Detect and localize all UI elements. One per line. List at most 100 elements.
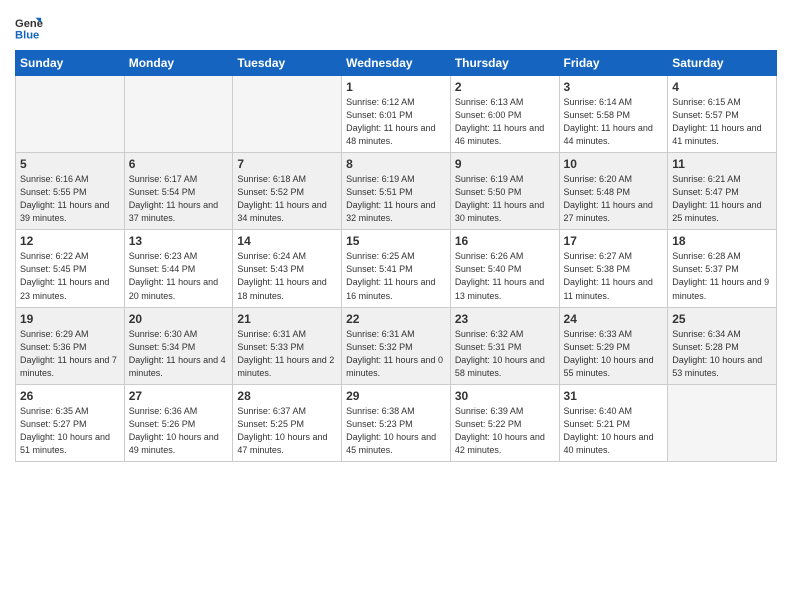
day-number: 12	[20, 234, 120, 248]
day-info: Sunrise: 6:39 AMSunset: 5:22 PMDaylight:…	[455, 405, 555, 457]
day-number: 30	[455, 389, 555, 403]
calendar-week-row: 5 Sunrise: 6:16 AMSunset: 5:55 PMDaylight…	[16, 153, 777, 230]
calendar-cell: 23 Sunrise: 6:32 AMSunset: 5:31 PMDayligh…	[450, 307, 559, 384]
day-number: 24	[564, 312, 664, 326]
calendar-cell: 21 Sunrise: 6:31 AMSunset: 5:33 PMDayligh…	[233, 307, 342, 384]
weekday-header-friday: Friday	[559, 51, 668, 76]
calendar-cell: 5 Sunrise: 6:16 AMSunset: 5:55 PMDaylight…	[16, 153, 125, 230]
calendar-week-row: 26 Sunrise: 6:35 AMSunset: 5:27 PMDayligh…	[16, 384, 777, 461]
day-info: Sunrise: 6:23 AMSunset: 5:44 PMDaylight:…	[129, 250, 229, 302]
day-info: Sunrise: 6:18 AMSunset: 5:52 PMDaylight:…	[237, 173, 337, 225]
day-number: 17	[564, 234, 664, 248]
day-number: 18	[672, 234, 772, 248]
calendar-week-row: 1 Sunrise: 6:12 AMSunset: 6:01 PMDaylight…	[16, 76, 777, 153]
day-number: 8	[346, 157, 446, 171]
weekday-header-sunday: Sunday	[16, 51, 125, 76]
calendar-cell: 14 Sunrise: 6:24 AMSunset: 5:43 PMDayligh…	[233, 230, 342, 307]
calendar-week-row: 19Sunrise: 6:29 AMSunset: 5:36 PMDayligh…	[16, 307, 777, 384]
calendar-cell: 9Sunrise: 6:19 AMSunset: 5:50 PMDaylight…	[450, 153, 559, 230]
day-info: Sunrise: 6:28 AMSunset: 5:37 PMDaylight:…	[672, 250, 772, 302]
day-number: 22	[346, 312, 446, 326]
calendar-cell: 29Sunrise: 6:38 AMSunset: 5:23 PMDayligh…	[342, 384, 451, 461]
day-info: Sunrise: 6:24 AMSunset: 5:43 PMDaylight:…	[237, 250, 337, 302]
day-number: 19	[20, 312, 120, 326]
calendar-cell	[668, 384, 777, 461]
calendar-cell: 18 Sunrise: 6:28 AMSunset: 5:37 PMDayligh…	[668, 230, 777, 307]
day-number: 23	[455, 312, 555, 326]
calendar-cell: 19Sunrise: 6:29 AMSunset: 5:36 PMDayligh…	[16, 307, 125, 384]
weekday-header-row: SundayMondayTuesdayWednesdayThursdayFrid…	[16, 51, 777, 76]
day-info: Sunrise: 6:15 AMSunset: 5:57 PMDaylight:…	[672, 96, 772, 148]
calendar-cell: 13 Sunrise: 6:23 AMSunset: 5:44 PMDayligh…	[124, 230, 233, 307]
day-info: Sunrise: 6:21 AMSunset: 5:47 PMDaylight:…	[672, 173, 772, 225]
svg-text:Blue: Blue	[15, 29, 39, 41]
day-number: 29	[346, 389, 446, 403]
calendar-cell: 11 Sunrise: 6:21 AMSunset: 5:47 PMDayligh…	[668, 153, 777, 230]
weekday-header-tuesday: Tuesday	[233, 51, 342, 76]
weekday-header-monday: Monday	[124, 51, 233, 76]
calendar-cell: 30 Sunrise: 6:39 AMSunset: 5:22 PMDayligh…	[450, 384, 559, 461]
day-number: 11	[672, 157, 772, 171]
calendar-cell: 2 Sunrise: 6:13 AMSunset: 6:00 PMDaylight…	[450, 76, 559, 153]
day-info: Sunrise: 6:26 AMSunset: 5:40 PMDaylight:…	[455, 250, 555, 302]
weekday-header-saturday: Saturday	[668, 51, 777, 76]
calendar-cell: 28 Sunrise: 6:37 AMSunset: 5:25 PMDayligh…	[233, 384, 342, 461]
day-info: Sunrise: 6:25 AMSunset: 5:41 PMDaylight:…	[346, 250, 446, 302]
day-info: Sunrise: 6:19 AMSunset: 5:51 PMDaylight:…	[346, 173, 446, 225]
weekday-header-wednesday: Wednesday	[342, 51, 451, 76]
day-info: Sunrise: 6:33 AMSunset: 5:29 PMDaylight:…	[564, 328, 664, 380]
day-info: Sunrise: 6:13 AMSunset: 6:00 PMDaylight:…	[455, 96, 555, 148]
calendar-cell: 27Sunrise: 6:36 AMSunset: 5:26 PMDayligh…	[124, 384, 233, 461]
day-number: 7	[237, 157, 337, 171]
day-info: Sunrise: 6:34 AMSunset: 5:28 PMDaylight:…	[672, 328, 772, 380]
day-number: 31	[564, 389, 664, 403]
calendar-cell: 24 Sunrise: 6:33 AMSunset: 5:29 PMDayligh…	[559, 307, 668, 384]
day-number: 20	[129, 312, 229, 326]
page: General Blue SundayMondayTuesdayWednesda…	[0, 0, 792, 612]
calendar-cell: 1 Sunrise: 6:12 AMSunset: 6:01 PMDaylight…	[342, 76, 451, 153]
day-info: Sunrise: 6:36 AMSunset: 5:26 PMDaylight:…	[129, 405, 229, 457]
calendar-cell: 22 Sunrise: 6:31 AMSunset: 5:32 PMDayligh…	[342, 307, 451, 384]
calendar-cell: 10 Sunrise: 6:20 AMSunset: 5:48 PMDayligh…	[559, 153, 668, 230]
day-number: 28	[237, 389, 337, 403]
day-info: Sunrise: 6:31 AMSunset: 5:33 PMDaylight:…	[237, 328, 337, 380]
day-number: 14	[237, 234, 337, 248]
day-number: 5	[20, 157, 120, 171]
day-info: Sunrise: 6:20 AMSunset: 5:48 PMDaylight:…	[564, 173, 664, 225]
calendar-cell: 16Sunrise: 6:26 AMSunset: 5:40 PMDayligh…	[450, 230, 559, 307]
day-number: 25	[672, 312, 772, 326]
day-number: 10	[564, 157, 664, 171]
day-number: 15	[346, 234, 446, 248]
calendar-cell	[233, 76, 342, 153]
calendar-cell: 8 Sunrise: 6:19 AMSunset: 5:51 PMDaylight…	[342, 153, 451, 230]
day-info: Sunrise: 6:17 AMSunset: 5:54 PMDaylight:…	[129, 173, 229, 225]
day-number: 21	[237, 312, 337, 326]
day-info: Sunrise: 6:40 AMSunset: 5:21 PMDaylight:…	[564, 405, 664, 457]
day-info: Sunrise: 6:19 AMSunset: 5:50 PMDaylight:…	[455, 173, 555, 225]
weekday-header-thursday: Thursday	[450, 51, 559, 76]
day-info: Sunrise: 6:37 AMSunset: 5:25 PMDaylight:…	[237, 405, 337, 457]
day-number: 13	[129, 234, 229, 248]
day-info: Sunrise: 6:16 AMSunset: 5:55 PMDaylight:…	[20, 173, 120, 225]
logo-icon: General Blue	[15, 14, 43, 42]
day-number: 1	[346, 80, 446, 94]
day-info: Sunrise: 6:32 AMSunset: 5:31 PMDaylight:…	[455, 328, 555, 380]
day-info: Sunrise: 6:31 AMSunset: 5:32 PMDaylight:…	[346, 328, 446, 380]
day-number: 6	[129, 157, 229, 171]
calendar-cell: 20Sunrise: 6:30 AMSunset: 5:34 PMDayligh…	[124, 307, 233, 384]
calendar-cell: 17Sunrise: 6:27 AMSunset: 5:38 PMDayligh…	[559, 230, 668, 307]
calendar-cell: 25 Sunrise: 6:34 AMSunset: 5:28 PMDayligh…	[668, 307, 777, 384]
day-info: Sunrise: 6:14 AMSunset: 5:58 PMDaylight:…	[564, 96, 664, 148]
day-info: Sunrise: 6:12 AMSunset: 6:01 PMDaylight:…	[346, 96, 446, 148]
calendar-week-row: 12Sunrise: 6:22 AMSunset: 5:45 PMDayligh…	[16, 230, 777, 307]
day-number: 3	[564, 80, 664, 94]
calendar-cell	[16, 76, 125, 153]
calendar-cell: 7 Sunrise: 6:18 AMSunset: 5:52 PMDaylight…	[233, 153, 342, 230]
calendar-cell: 4 Sunrise: 6:15 AMSunset: 5:57 PMDaylight…	[668, 76, 777, 153]
calendar-cell: 31 Sunrise: 6:40 AMSunset: 5:21 PMDayligh…	[559, 384, 668, 461]
day-number: 26	[20, 389, 120, 403]
day-info: Sunrise: 6:35 AMSunset: 5:27 PMDaylight:…	[20, 405, 120, 457]
day-number: 4	[672, 80, 772, 94]
calendar-table: SundayMondayTuesdayWednesdayThursdayFrid…	[15, 50, 777, 462]
day-number: 2	[455, 80, 555, 94]
